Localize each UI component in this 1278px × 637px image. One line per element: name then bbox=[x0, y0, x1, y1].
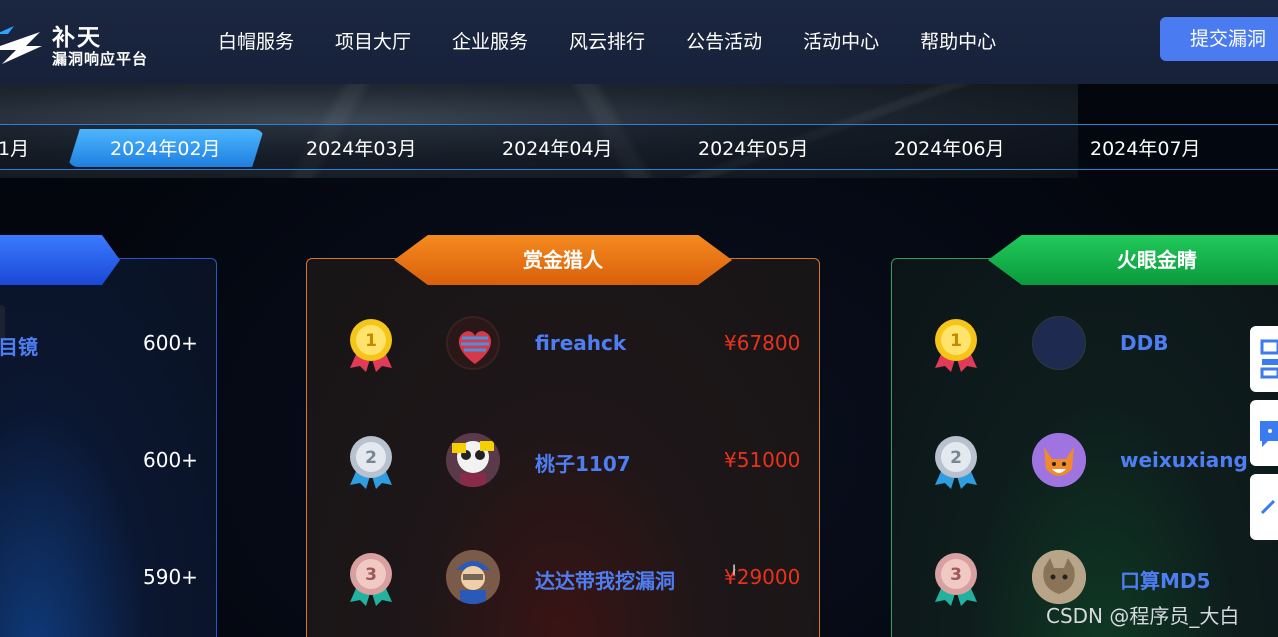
eye-hunter-name[interactable]: weixuxiang bbox=[1120, 448, 1248, 472]
bounty-amount: ¥67800 bbox=[724, 331, 801, 355]
fox-avatar-icon bbox=[1032, 433, 1086, 487]
left-row-count: 600+ bbox=[143, 331, 198, 355]
chat-icon bbox=[1260, 421, 1278, 447]
medal-rank-label: 1 bbox=[950, 331, 962, 351]
month-tab-active[interactable]: 2024年02月 bbox=[110, 134, 221, 161]
main-nav: 白帽服务 项目大厅 企业服务 风云排行 公告活动 活动中心 帮助中心 bbox=[218, 28, 1037, 56]
page-root: 补天 漏洞响应平台 白帽服务 项目大厅 企业服务 风云排行 公告活动 活动中心 … bbox=[0, 0, 1278, 637]
gold-medal-icon: 1 bbox=[350, 319, 392, 372]
hunter-name[interactable]: fireahck bbox=[535, 331, 626, 355]
medal-rank-label: 2 bbox=[950, 448, 962, 468]
avatar[interactable] bbox=[446, 550, 500, 604]
month-tab[interactable]: 2024年07月 bbox=[1090, 134, 1201, 161]
hunter-name[interactable]: 桃子1107 bbox=[535, 448, 631, 477]
left-row-count: 600+ bbox=[143, 448, 198, 472]
month-tab[interactable]: 2024年05月 bbox=[698, 134, 809, 161]
nav-item-help[interactable]: 帮助中心 bbox=[920, 28, 996, 56]
nav-item-events[interactable]: 活动中心 bbox=[803, 28, 879, 56]
eye-hunter-name[interactable]: 口算MD5 bbox=[1120, 565, 1210, 594]
logo-title: 补天 bbox=[52, 25, 102, 51]
avatar[interactable] bbox=[1032, 550, 1086, 604]
logo-mark-icon bbox=[0, 26, 42, 64]
month-tab[interactable]: 2024年03月 bbox=[306, 134, 417, 161]
qrcode-icon bbox=[1260, 339, 1278, 379]
month-selector: 1月 2024年02月 2024年03月 2024年04月 2024年05月 2… bbox=[0, 124, 1278, 170]
medal-rank-label: 2 bbox=[365, 448, 377, 468]
left-card-ribbon bbox=[0, 235, 120, 285]
left-row-count: 590+ bbox=[143, 565, 198, 589]
nav-item-whitehat[interactable]: 白帽服务 bbox=[218, 28, 294, 56]
bounty-amount: ¥51000 bbox=[724, 448, 801, 472]
bronze-medal-icon: 3 bbox=[935, 553, 977, 606]
side-toolbar bbox=[1250, 326, 1278, 548]
month-tab[interactable]: 1月 bbox=[0, 134, 29, 161]
medal-rank-label: 1 bbox=[365, 331, 377, 351]
bronze-medal-icon: 3 bbox=[350, 553, 392, 606]
text-cursor-icon: I bbox=[732, 563, 737, 579]
chat-button[interactable] bbox=[1250, 400, 1278, 466]
cartoon-boy-avatar-icon bbox=[446, 550, 500, 604]
avatar[interactable] bbox=[1032, 316, 1086, 370]
nav-item-projects[interactable]: 项目大厅 bbox=[335, 28, 411, 56]
eye-hunter-name[interactable]: DDB bbox=[1120, 331, 1168, 355]
avatar[interactable] bbox=[446, 433, 500, 487]
medal-rank-label: 3 bbox=[365, 565, 377, 585]
site-logo[interactable]: 补天 漏洞响应平台 bbox=[0, 14, 170, 70]
cat-avatar-icon bbox=[1032, 550, 1086, 604]
top-header: 补天 漏洞响应平台 白帽服务 项目大厅 企业服务 风云排行 公告活动 活动中心 … bbox=[0, 0, 1278, 84]
nav-item-announcements[interactable]: 公告活动 bbox=[686, 28, 762, 56]
silver-medal-icon: 2 bbox=[935, 436, 977, 489]
qrcode-button[interactable] bbox=[1250, 326, 1278, 392]
logo-subtitle: 漏洞响应平台 bbox=[52, 50, 149, 68]
hunter-name[interactable]: 达达带我挖漏洞 bbox=[535, 565, 675, 594]
medal-rank-label: 3 bbox=[950, 565, 962, 585]
gold-medal-icon: 1 bbox=[935, 319, 977, 372]
month-tab[interactable]: 2024年06月 bbox=[894, 134, 1005, 161]
month-tab[interactable]: 2024年04月 bbox=[502, 134, 613, 161]
nav-item-enterprise[interactable]: 企业服务 bbox=[452, 28, 528, 56]
panda-avatar-icon bbox=[446, 433, 500, 487]
back-to-top-icon bbox=[1260, 499, 1276, 515]
avatar[interactable] bbox=[446, 316, 500, 370]
submit-vulnerability-button[interactable]: 提交漏洞 bbox=[1160, 17, 1278, 61]
sharp-eye-card-title: 火眼金睛 bbox=[988, 235, 1278, 285]
bounty-card-title: 赏金猎人 bbox=[394, 235, 732, 285]
back-to-top-button[interactable] bbox=[1250, 474, 1278, 540]
left-row-name[interactable]: 目镜 bbox=[0, 331, 38, 360]
nav-item-ranking[interactable]: 风云排行 bbox=[569, 28, 645, 56]
avatar[interactable] bbox=[1032, 433, 1086, 487]
csdn-watermark: CSDN @程序员_大白 bbox=[1046, 604, 1240, 628]
silver-medal-icon: 2 bbox=[350, 436, 392, 489]
